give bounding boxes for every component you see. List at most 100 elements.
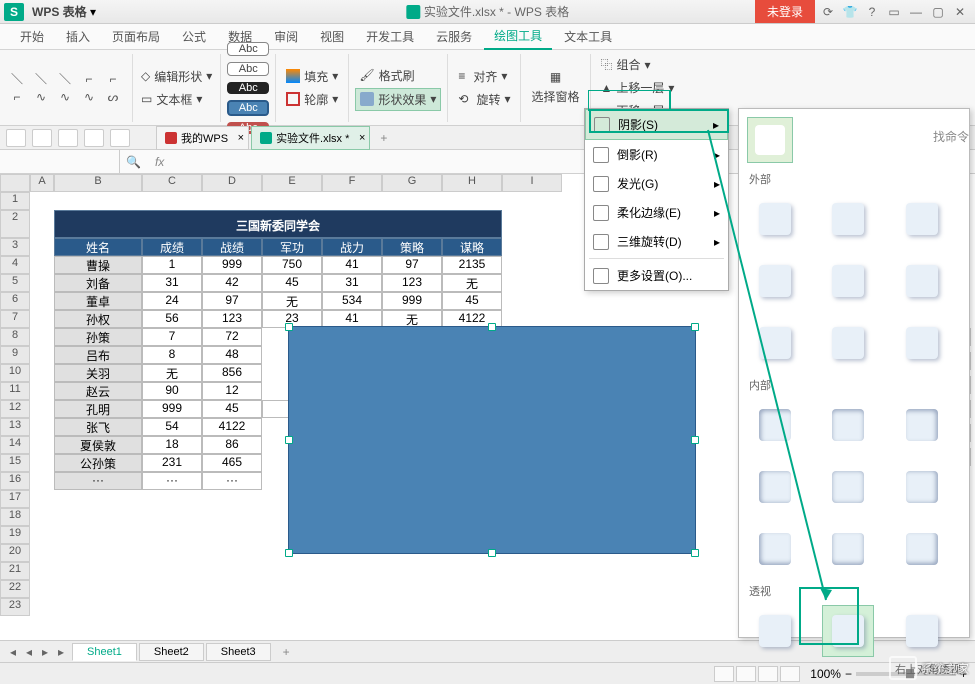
col-header-G[interactable]: G xyxy=(382,174,442,192)
resize-handle[interactable] xyxy=(691,323,699,331)
select-pane-button[interactable]: ▦选择窗格 xyxy=(527,68,583,107)
resize-handle[interactable] xyxy=(691,549,699,557)
menu-插入[interactable]: 插入 xyxy=(56,24,100,49)
table-cell[interactable]: 45 xyxy=(262,274,322,292)
table-cell[interactable]: 张飞 xyxy=(54,418,142,436)
row-header[interactable]: 16 xyxy=(0,472,30,490)
app-icon[interactable]: S xyxy=(4,3,24,21)
table-cell[interactable]: 45 xyxy=(442,292,502,310)
row-header[interactable]: 21 xyxy=(0,562,30,580)
table-cell[interactable]: 231 xyxy=(142,454,202,472)
table-cell[interactable]: 750 xyxy=(262,256,322,274)
name-box[interactable] xyxy=(0,150,120,173)
maximize-button[interactable]: ▢ xyxy=(929,3,947,21)
new-tab-button[interactable]: + xyxy=(372,131,395,145)
style-swatch[interactable]: Abc xyxy=(227,62,269,76)
fx-button[interactable]: fx xyxy=(147,155,172,169)
menu-云服务[interactable]: 云服务 xyxy=(426,24,482,49)
group-button[interactable]: ⿻组合 ▾ xyxy=(597,54,679,75)
row-header[interactable]: 4 xyxy=(0,256,30,274)
effect-menu-item[interactable]: 发光(G)▸ xyxy=(585,169,728,198)
shadow-option[interactable] xyxy=(749,193,801,245)
textbox-button[interactable]: ▭ 文本框 ▾ xyxy=(139,89,214,110)
style-swatch[interactable]: Abc xyxy=(227,42,269,56)
shadow-option[interactable] xyxy=(749,605,801,657)
table-cell[interactable]: 8 xyxy=(142,346,202,364)
table-cell[interactable]: 45 xyxy=(202,400,262,418)
qat-redo[interactable] xyxy=(58,129,78,147)
table-cell[interactable]: 1 xyxy=(142,256,202,274)
table-cell[interactable]: 公孙策 xyxy=(54,454,142,472)
shadow-option[interactable] xyxy=(749,461,801,513)
table-cell[interactable]: 86 xyxy=(202,436,262,454)
resize-handle[interactable] xyxy=(488,549,496,557)
table-cell[interactable]: 4122 xyxy=(202,418,262,436)
table-cell[interactable]: 18 xyxy=(142,436,202,454)
col-header-F[interactable]: F xyxy=(322,174,382,192)
row-header[interactable]: 12 xyxy=(0,400,30,418)
table-cell[interactable]: 赵云 xyxy=(54,382,142,400)
doc-tab-file[interactable]: 实验文件.xlsx *× xyxy=(251,126,370,150)
shadow-option[interactable] xyxy=(822,461,874,513)
resize-handle[interactable] xyxy=(285,549,293,557)
table-cell[interactable]: 无 xyxy=(442,274,502,292)
menu-视图[interactable]: 视图 xyxy=(310,24,354,49)
help-icon[interactable]: ? xyxy=(863,3,881,21)
curve-tool[interactable]: ∿ xyxy=(78,89,100,105)
shirt-icon[interactable]: 👕 xyxy=(841,3,859,21)
row-header[interactable]: 22 xyxy=(0,580,30,598)
row-header[interactable]: 1 xyxy=(0,192,30,210)
shadow-option[interactable] xyxy=(896,399,948,451)
line-tool[interactable]: ＼ xyxy=(6,71,28,87)
table-cell[interactable]: 吕布 xyxy=(54,346,142,364)
table-cell[interactable]: 48 xyxy=(202,346,262,364)
table-cell[interactable]: 夏侯敦 xyxy=(54,436,142,454)
line-tool[interactable]: ＼ xyxy=(54,71,76,87)
table-cell[interactable]: 999 xyxy=(202,256,262,274)
effect-menu-item[interactable]: 阴影(S)▸ xyxy=(585,109,728,140)
row-header[interactable]: 2 xyxy=(0,210,30,238)
shadow-option[interactable] xyxy=(749,523,801,575)
sheet-nav[interactable]: ◂◂▸▸ xyxy=(6,645,68,659)
effect-menu-item[interactable]: 柔化边缘(E)▸ xyxy=(585,198,728,227)
row-header[interactable]: 11 xyxy=(0,382,30,400)
row-header[interactable]: 18 xyxy=(0,508,30,526)
menu-开发工具[interactable]: 开发工具 xyxy=(356,24,424,49)
close-icon[interactable]: × xyxy=(359,132,365,144)
rotate-button[interactable]: ⟲旋转▾ xyxy=(454,89,514,110)
find-command[interactable]: 找命令 xyxy=(933,128,969,145)
row-header[interactable]: 15 xyxy=(0,454,30,472)
table-cell[interactable]: 54 xyxy=(142,418,202,436)
row-header[interactable]: 14 xyxy=(0,436,30,454)
qat-save[interactable] xyxy=(6,129,26,147)
format-painter-button[interactable]: 🖌格式刷 xyxy=(355,65,441,86)
row-header[interactable]: 7 xyxy=(0,310,30,328)
shadow-option[interactable] xyxy=(749,399,801,451)
shadow-option[interactable] xyxy=(749,317,801,369)
col-header-D[interactable]: D xyxy=(202,174,262,192)
effect-menu-item[interactable]: 三维旋转(D)▸ xyxy=(585,227,728,256)
shadow-option[interactable] xyxy=(822,317,874,369)
effect-menu-item[interactable]: 倒影(R)▸ xyxy=(585,140,728,169)
row-header[interactable]: 23 xyxy=(0,598,30,616)
resize-handle[interactable] xyxy=(691,436,699,444)
resize-handle[interactable] xyxy=(488,323,496,331)
shadow-option[interactable] xyxy=(896,523,948,575)
sheet-tab[interactable]: Sheet1 xyxy=(72,643,137,661)
table-cell[interactable]: 董卓 xyxy=(54,292,142,310)
table-cell[interactable]: 孔明 xyxy=(54,400,142,418)
add-sheet-button[interactable]: + xyxy=(275,645,298,659)
style-swatch-selected[interactable]: Abc xyxy=(227,100,269,116)
menu-公式[interactable]: 公式 xyxy=(172,24,216,49)
edit-shape-button[interactable]: ◇ 编辑形状 ▾ xyxy=(139,66,214,87)
connector-tool[interactable]: ⌐ xyxy=(78,71,100,87)
style-swatch[interactable]: Abc xyxy=(227,82,269,94)
resize-handle[interactable] xyxy=(285,436,293,444)
menu-审阅[interactable]: 审阅 xyxy=(264,24,308,49)
row-header[interactable]: 9 xyxy=(0,346,30,364)
col-header-A[interactable]: A xyxy=(30,174,54,192)
table-cell[interactable]: 刘备 xyxy=(54,274,142,292)
curve-tool[interactable]: ∿ xyxy=(54,89,76,105)
row-header[interactable]: 3 xyxy=(0,238,30,256)
shadow-option[interactable] xyxy=(896,317,948,369)
